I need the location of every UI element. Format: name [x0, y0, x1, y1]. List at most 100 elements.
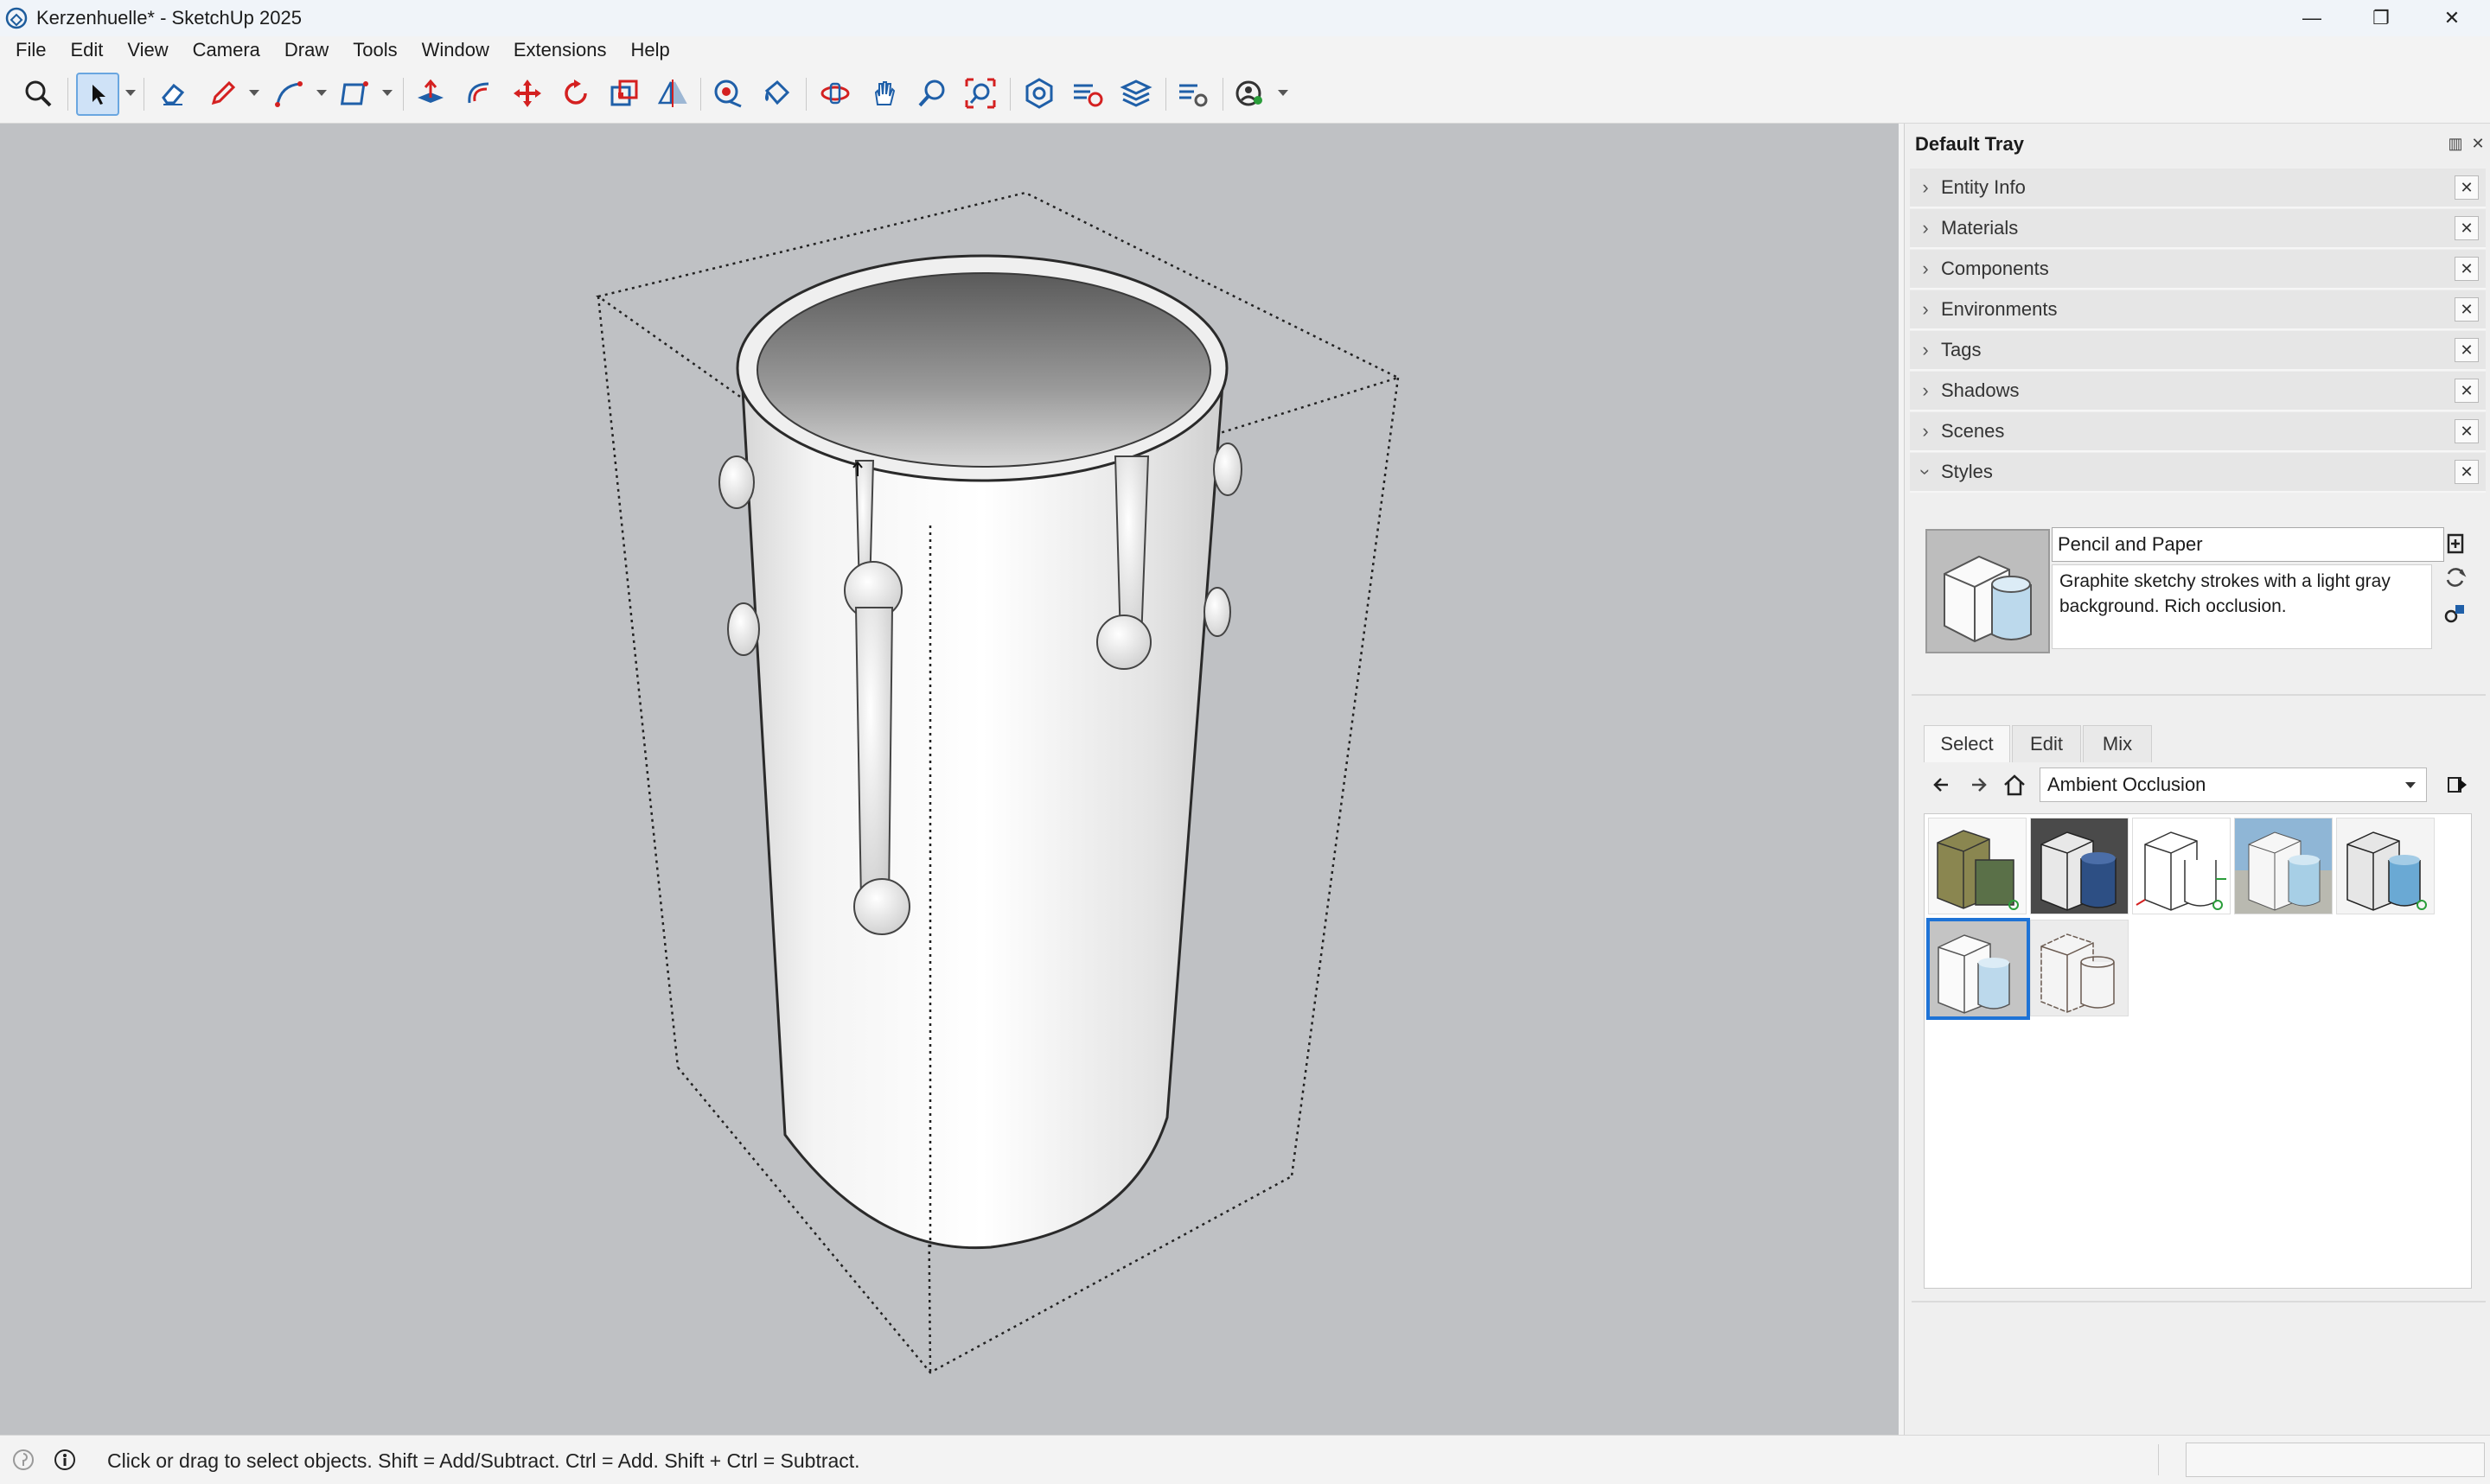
- tab-select[interactable]: Select: [1924, 725, 2010, 762]
- minimize-button[interactable]: —: [2277, 0, 2346, 36]
- style-swatch[interactable]: [2132, 818, 2231, 914]
- account-dropdown-icon[interactable]: [1278, 90, 1288, 96]
- close-icon[interactable]: ✕: [2455, 257, 2479, 281]
- panel-entity-info[interactable]: › Entity Info ✕: [1910, 169, 2486, 208]
- warehouse-icon[interactable]: [1020, 74, 1058, 112]
- move-icon[interactable]: [508, 74, 546, 112]
- maximize-button[interactable]: ❐: [2346, 0, 2416, 36]
- rectangle-icon[interactable]: [337, 74, 375, 112]
- details-arrow-icon[interactable]: [2444, 772, 2470, 798]
- layout-icon[interactable]: [1117, 74, 1155, 112]
- pan-icon[interactable]: [865, 74, 903, 112]
- tape-measure-icon[interactable]: [709, 74, 747, 112]
- chevron-right-icon: ›: [1922, 379, 1929, 401]
- pencil-dropdown-icon[interactable]: [249, 90, 259, 96]
- panel-label: Environments: [1941, 298, 2058, 320]
- pencil-icon[interactable]: [204, 74, 242, 112]
- panel-styles[interactable]: › Styles ✕: [1910, 453, 2486, 493]
- menu-window[interactable]: Window: [408, 39, 500, 61]
- divider: [2158, 1444, 2159, 1475]
- style-swatch[interactable]: [2234, 818, 2333, 914]
- panel-materials[interactable]: › Materials ✕: [1910, 209, 2486, 249]
- panel-shadows[interactable]: › Shadows ✕: [1910, 372, 2486, 411]
- collection-dropdown[interactable]: Ambient Occlusion: [2040, 767, 2427, 802]
- panel-label: Tags: [1941, 339, 1982, 360]
- push-pull-icon[interactable]: [412, 74, 450, 112]
- model-viewport[interactable]: [0, 124, 1899, 1435]
- style-swatch[interactable]: [2336, 818, 2435, 914]
- create-style-icon[interactable]: [2442, 530, 2468, 556]
- menu-draw[interactable]: Draw: [271, 39, 339, 61]
- style-settings-icon[interactable]: [2442, 599, 2468, 625]
- account-icon[interactable]: [1231, 74, 1269, 112]
- divider: [1912, 1301, 2486, 1302]
- tray-close-icon[interactable]: ✕: [2468, 134, 2487, 153]
- candle-sleeve-model[interactable]: [0, 124, 1899, 1435]
- chevron-right-icon: ›: [1922, 176, 1929, 198]
- chevron-right-icon: ›: [1922, 258, 1929, 279]
- panel-components[interactable]: › Components ✕: [1910, 250, 2486, 290]
- eraser-icon[interactable]: [154, 74, 192, 112]
- tab-edit[interactable]: Edit: [2012, 725, 2081, 762]
- line-dropdown-icon[interactable]: [316, 90, 327, 96]
- home-icon[interactable]: [2002, 772, 2027, 798]
- panel-tags[interactable]: › Tags ✕: [1910, 331, 2486, 371]
- close-icon[interactable]: ✕: [2455, 338, 2479, 362]
- close-window-button[interactable]: ✕: [2417, 0, 2487, 36]
- toolbar-separator: [67, 78, 68, 111]
- paint-bucket-icon[interactable]: [757, 74, 795, 112]
- close-icon[interactable]: ✕: [2455, 216, 2479, 240]
- menu-tools[interactable]: Tools: [339, 39, 407, 61]
- style-swatch[interactable]: [2030, 920, 2129, 1016]
- close-icon[interactable]: ✕: [2455, 419, 2479, 443]
- extension-warehouse-icon[interactable]: [1069, 74, 1107, 112]
- toolbar-separator: [1010, 78, 1011, 111]
- style-description-field[interactable]: Graphite sketchy strokes with a light gr…: [2052, 564, 2432, 649]
- panel-label: Styles: [1941, 461, 1993, 482]
- select-icon[interactable]: [76, 73, 119, 116]
- update-style-icon[interactable]: [2442, 564, 2468, 590]
- sketchup-logo-icon: [5, 7, 28, 29]
- style-swatch[interactable]: [2030, 818, 2129, 914]
- style-name-field[interactable]: Pencil and Paper: [2052, 527, 2444, 562]
- menu-camera[interactable]: Camera: [179, 39, 271, 61]
- panel-environments[interactable]: › Environments ✕: [1910, 290, 2486, 330]
- follow-me-icon[interactable]: [460, 74, 498, 112]
- styles-gallery: [1924, 813, 2472, 1289]
- chevron-right-icon: ›: [1922, 217, 1929, 239]
- back-arrow-icon[interactable]: [1929, 772, 1955, 798]
- close-icon[interactable]: ✕: [2455, 175, 2479, 200]
- close-icon[interactable]: ✕: [2455, 379, 2479, 403]
- tab-mix[interactable]: Mix: [2083, 725, 2152, 762]
- geolocation-icon[interactable]: [12, 1449, 35, 1471]
- measurements-box[interactable]: [2186, 1443, 2485, 1477]
- menu-edit[interactable]: Edit: [56, 39, 113, 61]
- close-icon[interactable]: ✕: [2455, 460, 2479, 484]
- style-swatch[interactable]: [1928, 818, 2027, 914]
- flip-icon[interactable]: [654, 74, 692, 112]
- menu-extensions[interactable]: Extensions: [500, 39, 617, 61]
- close-icon[interactable]: ✕: [2455, 297, 2479, 322]
- rotate-icon[interactable]: [557, 74, 595, 112]
- line-icon[interactable]: [270, 74, 308, 112]
- zoom-extents-icon[interactable]: [961, 74, 999, 112]
- rectangle-dropdown-icon[interactable]: [382, 90, 393, 96]
- style-swatch-selected[interactable]: [1926, 918, 2030, 1020]
- select-dropdown-icon[interactable]: [125, 90, 136, 96]
- pin-icon[interactable]: ▥: [2446, 134, 2465, 153]
- default-tray: Default Tray ▥ ✕ › Entity Info ✕ › Material…: [1904, 124, 2490, 1435]
- zoom-tool-icon[interactable]: [913, 74, 951, 112]
- extension-manager-icon[interactable]: [1174, 74, 1212, 112]
- menu-file[interactable]: File: [0, 39, 56, 61]
- panel-label: Entity Info: [1941, 176, 2026, 198]
- zoom-icon[interactable]: [19, 74, 57, 112]
- menu-help[interactable]: Help: [617, 39, 680, 61]
- scale-icon[interactable]: [605, 74, 643, 112]
- panel-scenes[interactable]: › Scenes ✕: [1910, 412, 2486, 452]
- orbit-icon[interactable]: [816, 74, 854, 112]
- info-icon[interactable]: [54, 1449, 76, 1471]
- menu-view[interactable]: View: [113, 39, 178, 61]
- divider: [1912, 694, 2486, 696]
- chevron-right-icon: ›: [1922, 339, 1929, 360]
- forward-arrow-icon[interactable]: [1965, 772, 1991, 798]
